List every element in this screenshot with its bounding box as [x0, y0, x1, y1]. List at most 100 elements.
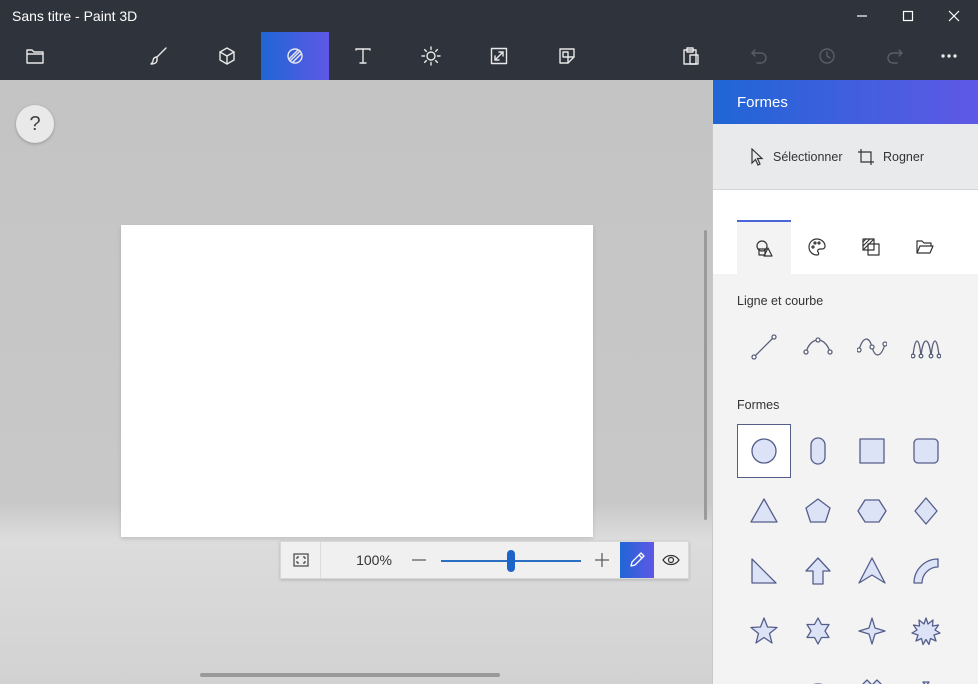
shapes-section-label: Formes [737, 398, 780, 412]
wave-curve-tool[interactable] [899, 320, 953, 374]
heart-icon [922, 681, 930, 684]
close-icon [948, 10, 960, 22]
right-triangle-shape[interactable] [737, 544, 791, 598]
quarter-arc-shape[interactable] [899, 544, 953, 598]
window-title: Sans titre - Paint 3D [12, 8, 138, 24]
zoom-slider-thumb[interactable] [507, 550, 515, 572]
zoom-out-button[interactable] [409, 551, 429, 569]
burst-icon [911, 617, 941, 646]
plus-icon [595, 553, 609, 567]
select-button[interactable]: Sélectionner [749, 148, 843, 166]
resize-icon [490, 47, 508, 65]
help-button[interactable]: ? [16, 105, 54, 143]
3d-shapes-button[interactable] [193, 32, 261, 80]
line-tool[interactable] [737, 320, 791, 374]
star-4-icon [858, 617, 886, 645]
diamond-shape[interactable] [899, 484, 953, 538]
pentagon-shape[interactable] [791, 484, 845, 538]
star-4-shape[interactable] [845, 604, 899, 658]
redo-icon [887, 49, 903, 64]
zoom-percentage: 100% [356, 552, 392, 568]
heart-shape[interactable] [899, 664, 953, 684]
star-5-shape[interactable] [737, 604, 791, 658]
minimize-button[interactable] [839, 0, 885, 32]
text-button[interactable] [329, 32, 397, 80]
vertical-scrollbar[interactable] [704, 230, 707, 520]
effects-button[interactable] [397, 32, 465, 80]
close-button[interactable] [931, 0, 977, 32]
cross-shape[interactable] [845, 664, 899, 684]
hexagon-icon [857, 499, 887, 523]
panel-title: Formes [713, 80, 978, 124]
texture-icon [862, 238, 880, 256]
tab-texture[interactable] [844, 220, 898, 274]
canvas-button[interactable] [465, 32, 533, 80]
zoom-in-button[interactable] [592, 551, 612, 569]
paste-button[interactable] [657, 32, 725, 80]
drawing-canvas[interactable] [121, 225, 593, 537]
arrowhead-shape[interactable] [845, 544, 899, 598]
line-icon [751, 334, 777, 360]
arrow-up-shape[interactable] [791, 544, 845, 598]
crop-button[interactable]: Rogner [857, 148, 924, 166]
arrowhead-icon [858, 557, 886, 584]
right-triangle-icon [751, 558, 777, 584]
select-label: Sélectionner [773, 150, 843, 164]
triangle-shape[interactable] [737, 484, 791, 538]
stickers-button[interactable] [533, 32, 601, 80]
callout-oval-shape[interactable] [791, 664, 845, 684]
main-toolbar [0, 32, 978, 80]
callout-oval-icon [813, 683, 823, 684]
select-crop-row: Sélectionner Rogner [713, 124, 978, 190]
history-button[interactable] [793, 32, 861, 80]
star-6-icon [806, 617, 830, 645]
workspace: ? [0, 80, 712, 684]
rounded-square-icon [913, 438, 939, 464]
minus-icon [412, 559, 426, 561]
sticker-icon [559, 48, 575, 64]
folder-icon [26, 49, 44, 64]
edit-mode-button[interactable] [620, 542, 654, 578]
circle-icon [751, 438, 777, 464]
curve-icon [803, 337, 833, 355]
cross-icon [862, 679, 882, 684]
wave-curve-icon [911, 340, 941, 359]
tab-color[interactable] [790, 220, 844, 274]
minimize-icon [857, 15, 867, 17]
curve-tool[interactable] [791, 320, 845, 374]
fit-to-screen-button[interactable] [281, 542, 321, 578]
shapes-icon [287, 48, 303, 64]
s-curve-icon [857, 338, 887, 356]
view-mode-button[interactable] [654, 542, 688, 578]
brush-icon [150, 47, 167, 65]
triangle-icon [750, 498, 778, 523]
callout-rect-shape[interactable] [737, 664, 791, 684]
more-button[interactable] [919, 32, 978, 80]
crop-label: Rogner [883, 150, 924, 164]
maximize-icon [902, 10, 914, 22]
clipboard-icon [683, 47, 699, 65]
circle-shape[interactable] [737, 424, 791, 478]
cube-icon [219, 47, 235, 65]
star-6-shape[interactable] [791, 604, 845, 658]
maximize-button[interactable] [885, 0, 931, 32]
rounded-square-shape[interactable] [899, 424, 953, 478]
tab-folder[interactable] [898, 220, 952, 274]
open-folder-icon [916, 240, 934, 254]
more-icon [940, 54, 957, 58]
title-bar: Sans titre - Paint 3D [0, 0, 978, 32]
undo-button[interactable] [725, 32, 793, 80]
brushes-button[interactable] [125, 32, 193, 80]
hexagon-shape[interactable] [845, 484, 899, 538]
2d-shapes-button[interactable] [261, 32, 329, 80]
line-curve-section-label: Ligne et courbe [737, 294, 824, 308]
capsule-shape[interactable] [791, 424, 845, 478]
panel-tabs [713, 190, 978, 274]
s-curve-tool[interactable] [845, 320, 899, 374]
tab-shapes[interactable] [737, 220, 791, 274]
menu-button[interactable] [1, 32, 69, 80]
burst-shape[interactable] [899, 604, 953, 658]
square-icon [859, 438, 885, 464]
square-shape[interactable] [845, 424, 899, 478]
horizontal-scrollbar[interactable] [200, 673, 500, 677]
